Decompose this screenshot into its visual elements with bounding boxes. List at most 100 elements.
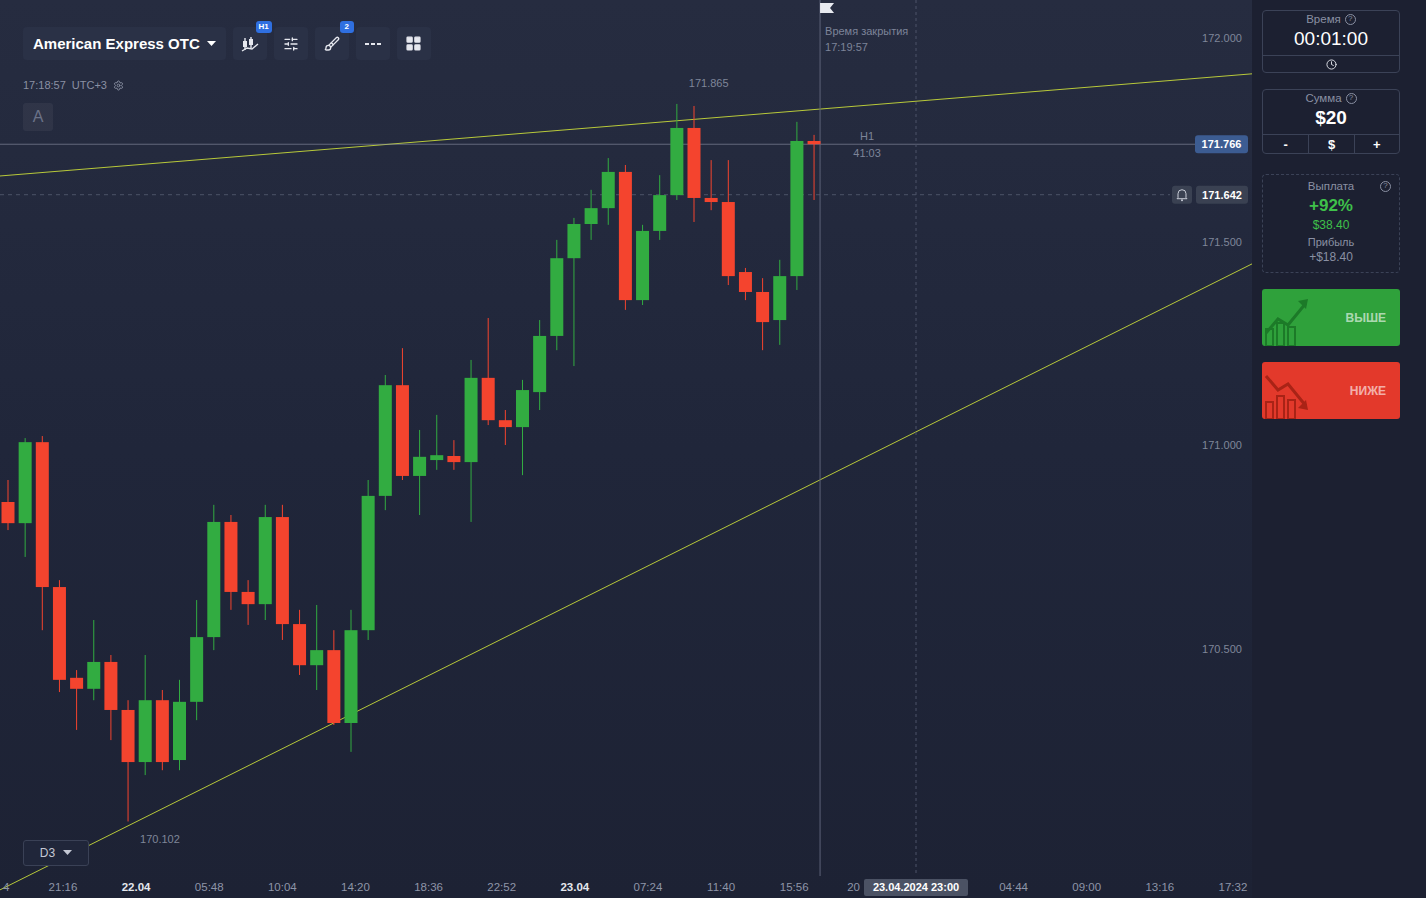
candle [259, 505, 272, 620]
candle [739, 268, 752, 300]
candle [670, 104, 683, 200]
candle [327, 630, 340, 725]
step-button[interactable]: - [1263, 135, 1308, 153]
profit-value: +$18.40 [1263, 248, 1399, 272]
up-button[interactable]: ВЫШЕ [1262, 289, 1400, 346]
candle [482, 318, 495, 425]
time-tick: 09:00 [1072, 881, 1101, 893]
candle [310, 605, 323, 690]
candle [808, 135, 821, 200]
time-field: Время?00:01:00 [1262, 10, 1400, 73]
trade-panel: Время?00:01:00 Сумма?$20-$+ Выплата?+92%$3… [1252, 0, 1426, 898]
time-tick: 17:32 [1219, 881, 1248, 893]
amount-steps: -$+ [1263, 134, 1399, 153]
amount-value[interactable]: $20 [1263, 104, 1399, 134]
time-tick: 10:04 [268, 881, 297, 893]
svg-text:171.766: 171.766 [1202, 138, 1242, 150]
caret-icon [207, 41, 216, 47]
payout-label-row: Выплата? [1263, 175, 1399, 192]
alert-line[interactable] [0, 194, 1170, 195]
tool-badge: H1 [256, 21, 272, 33]
time-value[interactable]: 00:01:00 [1263, 25, 1399, 55]
candle [688, 106, 701, 222]
candle [722, 160, 735, 285]
help-icon[interactable]: ? [1346, 93, 1357, 104]
time-picker[interactable] [1263, 55, 1399, 72]
sliders-icon [283, 36, 299, 52]
candle [276, 505, 289, 640]
candle [413, 430, 426, 515]
candle [362, 480, 375, 640]
candle [19, 438, 32, 557]
candle [36, 436, 49, 630]
step-button[interactable]: + [1354, 135, 1399, 153]
price-tick: 170.500 [1202, 643, 1242, 655]
chart-area: 171.865170.102Время закрытия17:19:57H141… [0, 0, 1252, 898]
close-time-label: Время закрытия [825, 25, 908, 37]
candle [224, 515, 237, 610]
payout-amount: $38.40 [1263, 216, 1399, 232]
candles-icon [241, 36, 259, 52]
candle [550, 240, 563, 350]
price-tick: 172.000 [1202, 32, 1242, 44]
grid-icon [405, 35, 422, 52]
time-tick: 4 [3, 881, 10, 893]
candle [190, 600, 203, 720]
candle [53, 580, 66, 692]
time-tick: 13:16 [1145, 881, 1174, 893]
time-tick: 05:48 [195, 881, 224, 893]
dashes-icon [365, 42, 381, 46]
current-price-line [0, 144, 1195, 145]
time-label: Время? [1263, 11, 1399, 25]
timeframe-select[interactable]: D3 [23, 840, 89, 866]
time-tick: 18:36 [414, 881, 443, 893]
help-icon[interactable]: ? [1345, 14, 1356, 25]
time-tick: 14:20 [341, 881, 370, 893]
caret-icon [63, 850, 72, 856]
candle [2, 480, 15, 530]
indicators-button[interactable] [274, 27, 308, 60]
drawings-button[interactable]: 2 [315, 27, 349, 60]
candle [447, 440, 460, 470]
server-clock: 17:18:57UTC+3 [23, 79, 124, 91]
time-tick: 04:44 [999, 881, 1028, 893]
bell-icon [1177, 190, 1187, 202]
profit-label: Прибыль [1263, 232, 1399, 248]
help-icon[interactable]: ? [1380, 181, 1391, 192]
candle [379, 375, 392, 510]
layout-button[interactable] [397, 27, 431, 60]
clock-icon [1326, 59, 1337, 70]
candle [293, 610, 306, 675]
drawing-label[interactable]: A [23, 103, 53, 131]
payout-percent: +92% [1263, 192, 1399, 216]
time-tick: 11:40 [707, 881, 735, 893]
step-button[interactable]: $ [1308, 135, 1353, 153]
trend-line[interactable] [0, 74, 1252, 176]
candle [619, 165, 632, 310]
trading-screen: 171.865170.102Время закрытия17:19:57H141… [0, 0, 1426, 898]
time-tick: 07:24 [634, 881, 663, 893]
candle [139, 655, 152, 775]
candle [636, 225, 649, 305]
clock-zone: UTC+3 [72, 79, 107, 91]
candle [705, 160, 718, 210]
trend-line[interactable] [0, 264, 1252, 890]
time-tick: 22:52 [487, 881, 516, 893]
price-tick: 171.000 [1202, 439, 1242, 451]
time-tick: 15:56 [780, 881, 809, 893]
candle [567, 218, 580, 366]
candle [602, 158, 615, 225]
time-tick: 22.04 [122, 881, 151, 893]
gear-icon[interactable] [113, 80, 124, 91]
candle [773, 260, 786, 345]
amount-label: Сумма? [1263, 90, 1399, 104]
down-button[interactable]: НИЖЕ [1262, 362, 1400, 419]
svg-text:23.04.2024 23:00: 23.04.2024 23:00 [873, 881, 959, 893]
alert-tag[interactable]: 171.642 [1172, 186, 1248, 204]
candle [653, 175, 666, 240]
line-style-button[interactable] [356, 27, 390, 60]
cursor-time: 23.04.2024 23:00 [864, 879, 968, 896]
chart-type-button[interactable]: H1 [233, 27, 267, 60]
asset-selector[interactable]: American Express OTC [23, 27, 226, 60]
candle [396, 348, 409, 480]
